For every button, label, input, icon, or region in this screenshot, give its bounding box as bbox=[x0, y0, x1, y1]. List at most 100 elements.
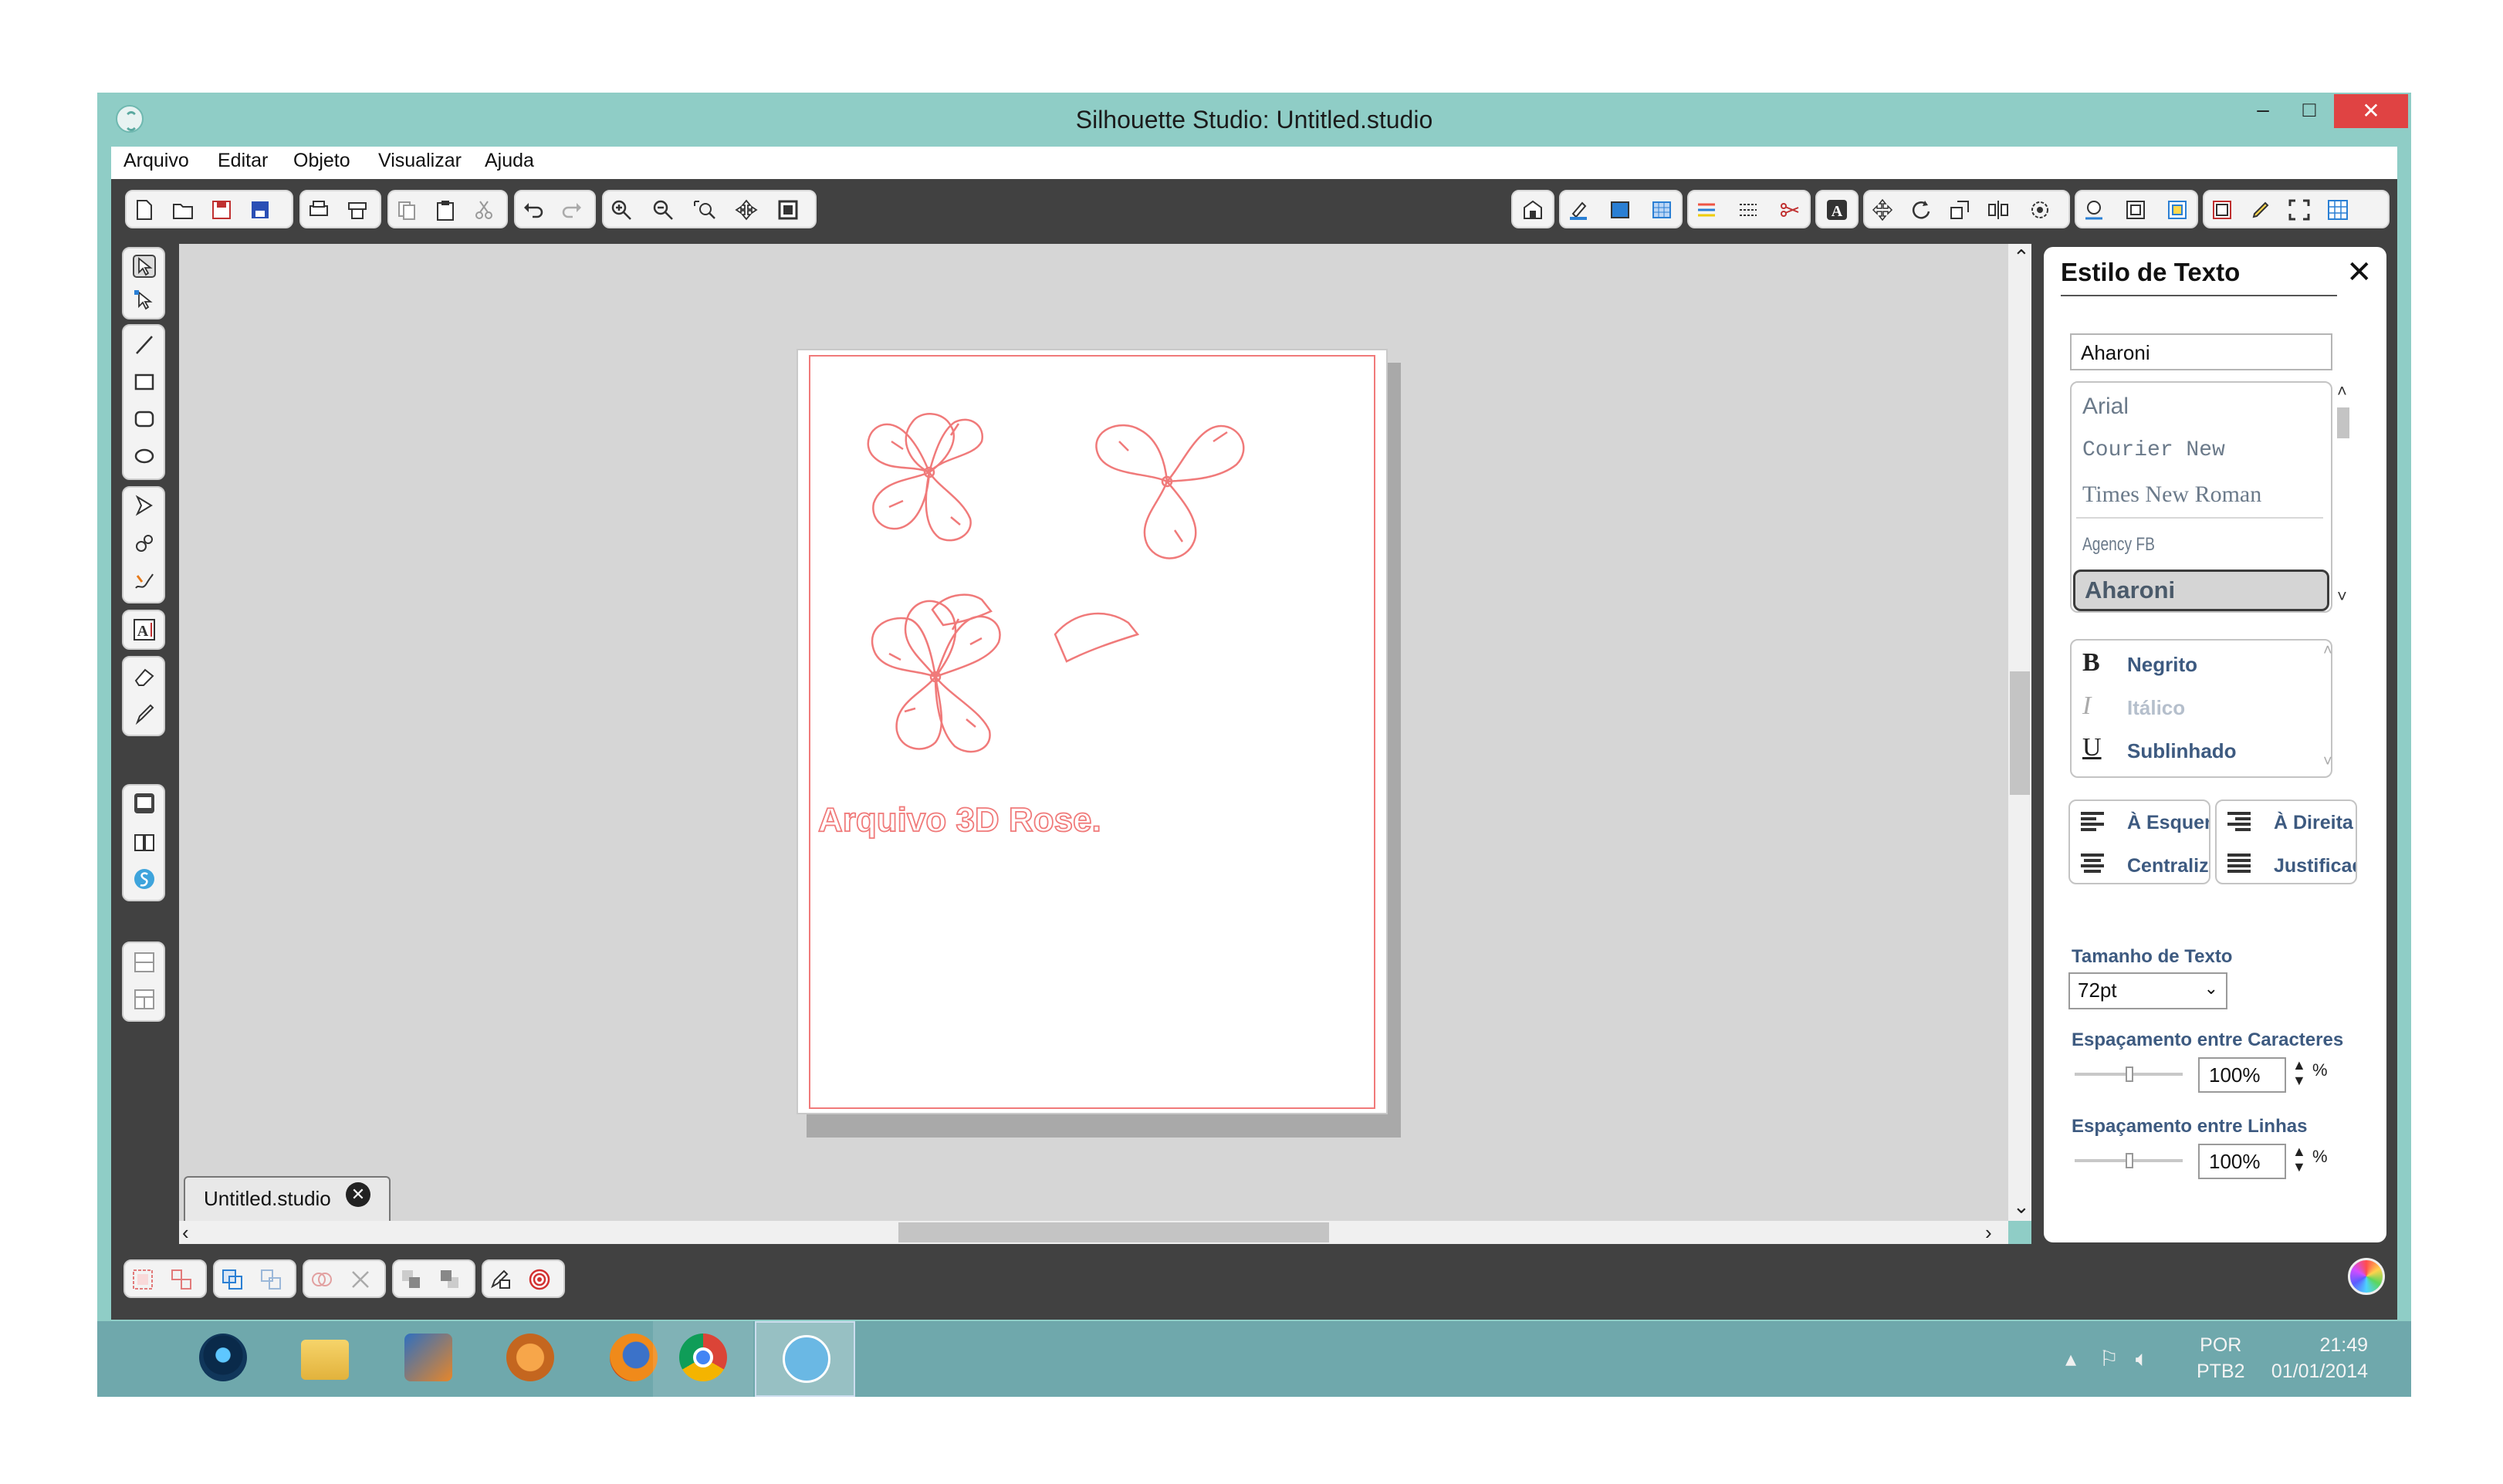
menu-ajuda[interactable]: Ajuda bbox=[485, 150, 534, 172]
menu-objeto[interactable]: Objeto bbox=[293, 150, 350, 172]
line-spacing-slider-knob[interactable] bbox=[2126, 1153, 2133, 1168]
cut-style-icon[interactable] bbox=[1778, 198, 1801, 221]
grid-view-icon[interactable] bbox=[2326, 198, 2349, 221]
taskbar-app-chrome[interactable] bbox=[653, 1321, 753, 1397]
fit-page-icon[interactable] bbox=[776, 198, 800, 221]
freehand-tool-icon[interactable] bbox=[133, 570, 156, 593]
taskbar-app-2[interactable] bbox=[275, 1321, 375, 1397]
release-compound-icon[interactable] bbox=[259, 1268, 282, 1291]
make-compound-icon[interactable] bbox=[221, 1268, 244, 1291]
open-library-icon[interactable] bbox=[489, 1268, 512, 1291]
system-clock[interactable]: 21:49 01/01/2014 bbox=[2260, 1332, 2368, 1384]
undo-icon[interactable] bbox=[522, 198, 545, 221]
font-scroll-thumb[interactable] bbox=[2337, 407, 2349, 438]
scale-icon[interactable] bbox=[1948, 198, 1971, 221]
maximize-button[interactable]: □ bbox=[2286, 93, 2332, 127]
selected-font-item[interactable]: Aharoni bbox=[2073, 570, 2329, 611]
zoom-out-icon[interactable] bbox=[651, 198, 675, 221]
redo-icon[interactable] bbox=[560, 198, 583, 221]
bring-front-icon[interactable] bbox=[400, 1268, 423, 1291]
fullscreen-icon[interactable] bbox=[2288, 198, 2311, 221]
align-left-label[interactable]: À Esquerda bbox=[2127, 812, 2209, 834]
close-panel-icon[interactable]: ✕ bbox=[2346, 255, 2373, 290]
online-store-icon[interactable] bbox=[1521, 198, 1544, 221]
rectangle-tool-icon[interactable] bbox=[133, 370, 156, 394]
ungroup-icon[interactable] bbox=[170, 1268, 193, 1291]
font-item-arial[interactable]: Arial bbox=[2082, 394, 2129, 420]
vertical-scroll-thumb[interactable] bbox=[2010, 671, 2030, 795]
font-scroll-down-icon[interactable]: ˅ bbox=[2337, 587, 2347, 607]
line-style-icon[interactable] bbox=[1695, 198, 1718, 221]
mirror-icon[interactable] bbox=[1987, 198, 2010, 221]
align-right-icon[interactable] bbox=[2227, 812, 2251, 833]
font-search-input[interactable]: Aharoni bbox=[2070, 333, 2332, 370]
text-size-select[interactable]: 72pt ⌄ bbox=[2068, 972, 2227, 1009]
send-back-icon[interactable] bbox=[438, 1268, 462, 1291]
italic-icon[interactable]: I bbox=[2082, 691, 2091, 721]
replicate-icon[interactable] bbox=[2028, 198, 2051, 221]
new-file-icon[interactable] bbox=[133, 198, 156, 221]
copy-icon[interactable] bbox=[395, 198, 418, 221]
align-justify-label[interactable]: Justificado bbox=[2274, 855, 2356, 877]
scroll-left-icon[interactable]: ‹ bbox=[182, 1221, 189, 1245]
flower-five-petal[interactable] bbox=[871, 600, 1001, 753]
underline-label[interactable]: Sublinhado bbox=[2127, 739, 2237, 763]
action-center-flag-icon[interactable]: ⚐ bbox=[2099, 1347, 2119, 1371]
fill-color-icon[interactable] bbox=[1608, 198, 1632, 221]
weld-icon[interactable] bbox=[310, 1268, 333, 1291]
trace-icon[interactable] bbox=[2082, 198, 2106, 221]
ellipse-tool-icon[interactable] bbox=[133, 445, 156, 468]
save-library-icon[interactable] bbox=[249, 198, 272, 221]
panel-layout-icon[interactable] bbox=[133, 951, 156, 974]
font-list-scrollbar[interactable]: ˄ ˅ bbox=[2332, 381, 2354, 613]
italic-label[interactable]: Itálico bbox=[2127, 696, 2185, 720]
font-item-times-new-roman[interactable]: Times New Roman bbox=[2082, 482, 2261, 508]
show-hidden-icons-icon[interactable]: ▴ bbox=[2065, 1347, 2076, 1371]
design-area-icon[interactable] bbox=[133, 792, 156, 815]
horizontal-scroll-thumb[interactable] bbox=[898, 1222, 1329, 1242]
registration-marks-icon[interactable] bbox=[2166, 198, 2189, 221]
flower-three-petal[interactable] bbox=[1095, 424, 1245, 559]
print-icon[interactable] bbox=[307, 198, 330, 221]
taskbar-app-1[interactable] bbox=[173, 1321, 273, 1397]
polygon-tool-icon[interactable] bbox=[133, 494, 156, 517]
text-style-list[interactable]: B Negrito I Itálico U Sublinhado ˄ ˅ bbox=[2070, 639, 2332, 778]
tray-icons[interactable]: ▴ ⚐ 🔈︎ bbox=[2065, 1346, 2149, 1372]
petal-fan-piece[interactable] bbox=[1054, 612, 1140, 663]
curve-tool-icon[interactable] bbox=[133, 532, 156, 556]
taskbar-app-4[interactable] bbox=[480, 1321, 580, 1397]
design-text[interactable]: Arquivo 3D Rose. bbox=[817, 800, 1102, 840]
line-tool-icon[interactable] bbox=[133, 333, 156, 357]
library-book-icon[interactable] bbox=[133, 830, 156, 854]
fill-pattern-icon[interactable] bbox=[1650, 198, 1673, 221]
underline-icon[interactable]: U bbox=[2082, 733, 2102, 762]
document-tab[interactable]: Untitled.studio ✕ bbox=[184, 1176, 391, 1221]
group-icon[interactable] bbox=[131, 1268, 154, 1291]
silhouette-store-icon[interactable] bbox=[133, 867, 156, 891]
language-indicator[interactable]: POR PTB2 bbox=[2197, 1332, 2245, 1384]
char-spacing-slider-knob[interactable] bbox=[2126, 1067, 2133, 1082]
font-scroll-up-icon[interactable]: ˄ bbox=[2337, 381, 2347, 401]
select-arrow-icon[interactable] bbox=[133, 255, 156, 278]
align-right-label[interactable]: À Direita bbox=[2274, 812, 2353, 834]
eraser-icon[interactable] bbox=[133, 665, 156, 688]
zoom-select-icon[interactable] bbox=[693, 198, 716, 221]
font-item-agency-fb[interactable]: Agency FB bbox=[2082, 534, 2155, 556]
send-to-cutter-icon[interactable] bbox=[528, 1268, 551, 1291]
bold-icon[interactable]: B bbox=[2082, 648, 2100, 678]
close-tab-icon[interactable]: ✕ bbox=[346, 1182, 370, 1207]
zoom-in-icon[interactable] bbox=[610, 198, 633, 221]
cut-scissors-icon[interactable] bbox=[472, 198, 496, 221]
rose-design-artwork[interactable]: Arquivo 3D Rose. bbox=[797, 349, 1388, 1114]
text-style-icon[interactable]: A bbox=[1825, 198, 1848, 221]
menu-visualizar[interactable]: Visualizar bbox=[378, 150, 462, 172]
line-thickness-icon[interactable] bbox=[1737, 198, 1760, 221]
scroll-up-icon[interactable]: ⌃ bbox=[2013, 245, 2030, 269]
save-icon[interactable] bbox=[210, 198, 233, 221]
taskbar-app-silhouette[interactable] bbox=[755, 1321, 855, 1397]
style-scroll-down-icon[interactable]: ˅ bbox=[2323, 753, 2332, 771]
menu-editar[interactable]: Editar bbox=[218, 150, 268, 172]
bold-label[interactable]: Negrito bbox=[2127, 653, 2197, 677]
paste-icon[interactable] bbox=[434, 198, 457, 221]
knife-icon[interactable] bbox=[133, 702, 156, 725]
